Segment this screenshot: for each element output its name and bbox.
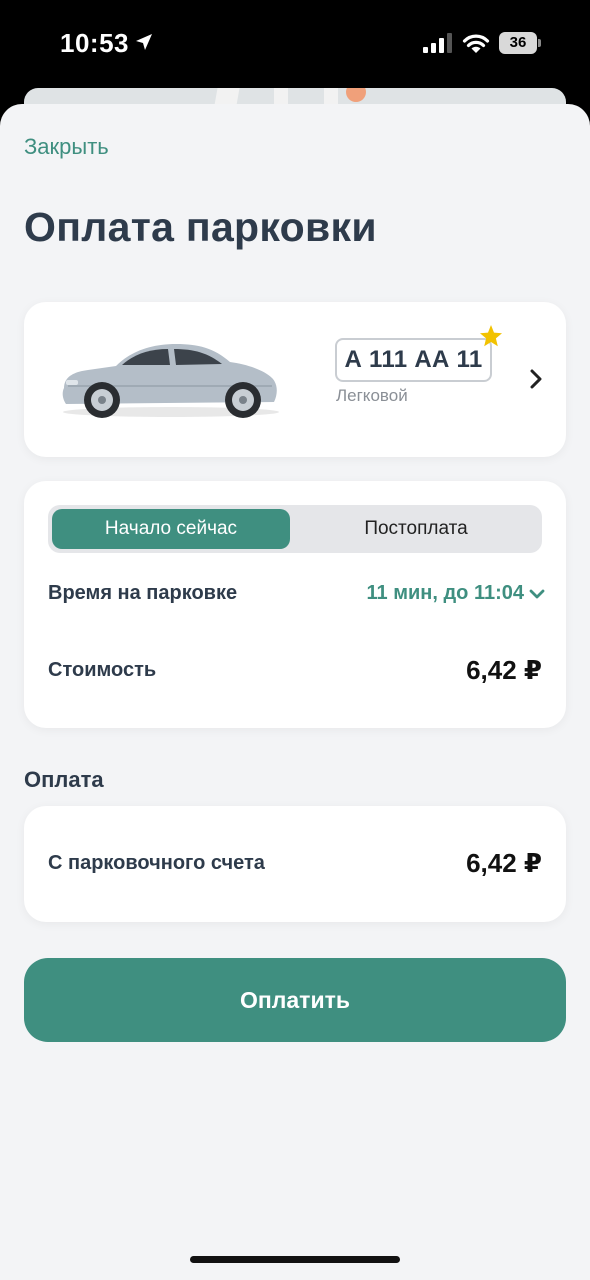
parking-params-card: Начало сейчас Постоплата Время на парков… — [24, 481, 566, 728]
battery-tip — [538, 39, 541, 47]
pay-button[interactable]: Оплатить — [24, 958, 566, 1042]
payment-sheet: Закрыть Оплата парковки А 111 АА 11 Легк… — [0, 104, 590, 1280]
favorite-star-icon — [480, 325, 502, 347]
vehicle-type: Легковой — [336, 386, 408, 405]
status-time: 10:53 — [60, 28, 129, 58]
cellular-signal-icon — [423, 33, 452, 53]
chevron-right-icon[interactable] — [528, 368, 544, 390]
tab-start-now[interactable]: Начало сейчас — [52, 509, 290, 549]
payment-mode-switch: Начало сейчас Постоплата — [48, 505, 542, 553]
car-image — [62, 344, 279, 418]
payment-amount: 6,42 ₽ — [466, 848, 542, 878]
license-plate: А 111 АА 11 — [335, 338, 492, 382]
vehicle-card[interactable]: А 111 АА 11 Легковой — [24, 302, 566, 457]
duration-label: Время на парковке — [48, 582, 238, 604]
wifi-icon — [462, 34, 490, 53]
battery-level: 36 — [499, 32, 537, 54]
chevron-down-icon[interactable] — [528, 587, 546, 601]
status-bar: 10:53 36 — [0, 0, 590, 90]
cost-value: 6,42 ₽ — [466, 655, 542, 685]
payment-method-card[interactable]: С парковочного счета 6,42 ₽ — [24, 806, 566, 922]
map-marker — [346, 88, 366, 102]
payment-method-label: С парковочного счета — [48, 852, 265, 874]
payment-section-title: Оплата — [24, 767, 104, 792]
cost-label: Стоимость — [48, 659, 157, 681]
close-button[interactable]: Закрыть — [24, 134, 109, 160]
home-indicator — [190, 1256, 400, 1263]
battery-icon: 36 — [499, 32, 541, 54]
tab-postpay[interactable]: Постоплата — [294, 509, 538, 549]
location-arrow-icon — [136, 34, 152, 50]
page-title: Оплата парковки — [24, 204, 377, 250]
duration-dropdown[interactable]: 11 мин, до 11:04 — [367, 582, 525, 605]
